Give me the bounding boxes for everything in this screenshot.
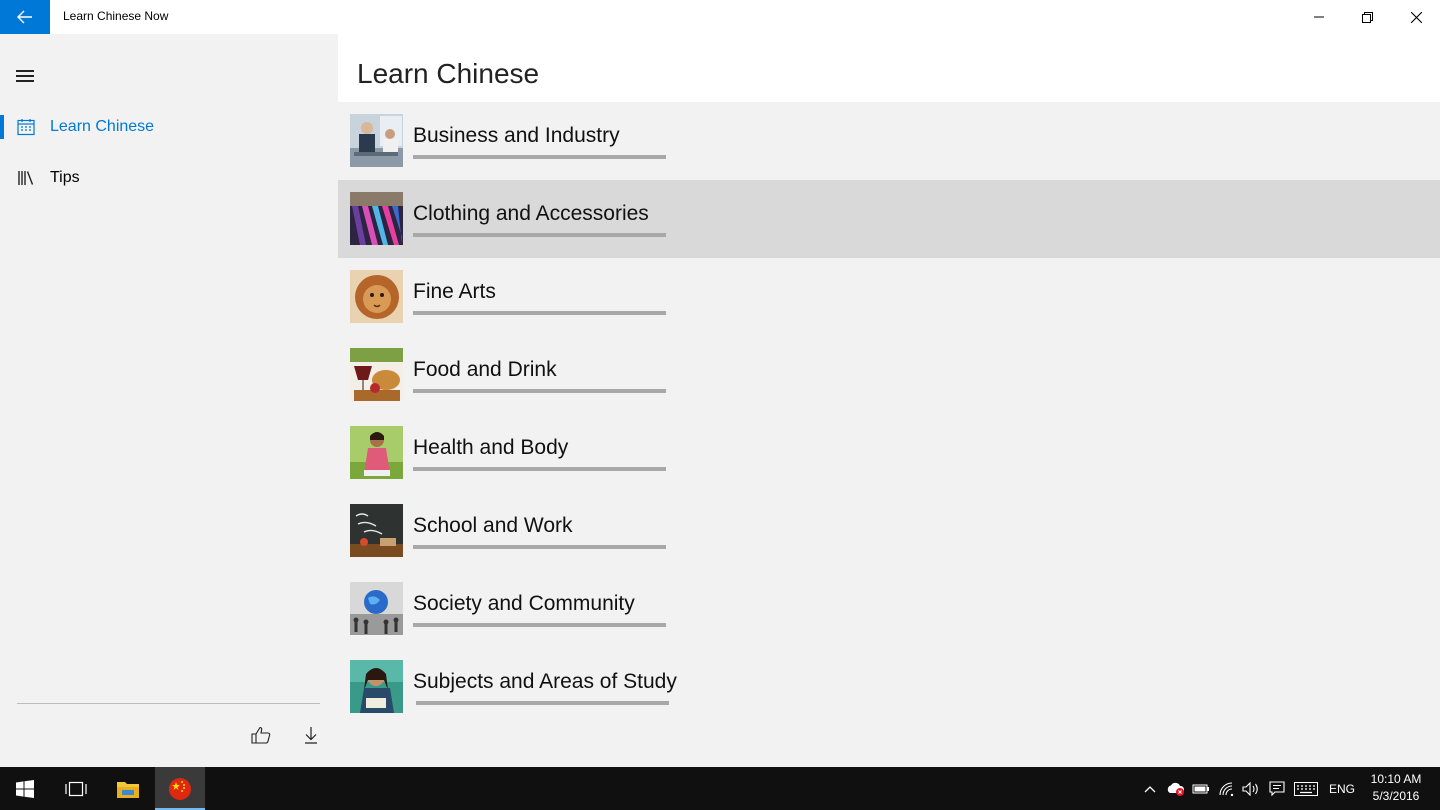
download-icon — [305, 727, 317, 744]
minimize-button[interactable] — [1295, 0, 1343, 34]
library-icon — [18, 171, 34, 185]
input-language-button[interactable]: ENG — [1326, 767, 1358, 810]
list-item-health-and-body[interactable]: Health and Body — [338, 414, 1440, 492]
category-label: Subjects and Areas of Study — [413, 670, 677, 693]
cloud-error-icon — [1167, 782, 1185, 796]
back-arrow-icon — [17, 10, 32, 24]
category-label: Business and Industry — [413, 124, 620, 147]
progress-bar — [416, 701, 669, 705]
hamburger-menu-icon[interactable] — [16, 70, 34, 84]
subjects-thumbnail — [350, 660, 403, 713]
category-label: Society and Community — [413, 592, 635, 615]
chevron-up-icon — [1144, 785, 1156, 792]
onedrive-status-button[interactable] — [1164, 767, 1188, 810]
touch-keyboard-button[interactable] — [1292, 767, 1320, 810]
china-flag-icon — [169, 777, 191, 800]
progress-bar — [413, 233, 666, 237]
list-item-school-and-work[interactable]: School and Work — [338, 492, 1440, 570]
school-thumbnail — [350, 504, 403, 557]
task-view-icon — [65, 781, 87, 796]
battery-button[interactable] — [1190, 767, 1212, 810]
category-label: Fine Arts — [413, 280, 496, 303]
nav-item-label: Learn Chinese — [50, 118, 155, 135]
speaker-icon — [1242, 781, 1258, 796]
fine-arts-thumbnail — [350, 270, 403, 323]
wifi-icon — [1219, 781, 1234, 796]
back-button[interactable] — [0, 0, 50, 34]
category-label: Clothing and Accessories — [413, 202, 649, 225]
nav-active-indicator — [0, 115, 4, 139]
taskbar: ENG 10:10 AM 5/3/2016 — [0, 767, 1440, 810]
food-thumbnail — [350, 348, 403, 401]
restore-icon — [1361, 11, 1373, 23]
clothing-thumbnail — [350, 192, 403, 245]
start-button[interactable] — [1, 767, 49, 810]
clock[interactable]: 10:10 AM 5/3/2016 — [1362, 771, 1430, 805]
progress-bar — [413, 467, 666, 471]
windows-logo-icon — [16, 779, 34, 798]
action-center-button[interactable] — [1266, 767, 1288, 810]
folder-icon — [117, 781, 139, 798]
progress-bar — [413, 623, 666, 627]
title-bar: Learn Chinese Now — [0, 0, 1440, 34]
category-label: Health and Body — [413, 436, 569, 459]
notification-icon — [1269, 781, 1285, 796]
clock-time: 10:10 AM — [1370, 772, 1422, 786]
list-item-society-and-community[interactable]: Society and Community — [338, 570, 1440, 648]
health-thumbnail — [350, 426, 403, 479]
nav-item-learn-chinese[interactable]: Learn Chinese — [0, 107, 338, 147]
list-item-subjects-and-areas-of-study[interactable]: Subjects and Areas of Study — [338, 648, 1440, 726]
close-icon — [1410, 11, 1422, 23]
learn-chinese-taskbar-button[interactable] — [155, 767, 205, 810]
progress-bar — [413, 545, 666, 549]
list-item-clothing-and-accessories[interactable]: Clothing and Accessories — [338, 180, 1440, 258]
clock-date: 5/3/2016 — [1372, 789, 1420, 803]
list-item-food-and-drink[interactable]: Food and Drink — [338, 336, 1440, 414]
progress-bar — [413, 155, 666, 159]
navigation-pane: Learn Chinese Tips — [0, 34, 338, 767]
minimize-icon — [1314, 16, 1324, 18]
volume-button[interactable] — [1240, 767, 1262, 810]
show-hidden-icons-button[interactable] — [1140, 767, 1160, 810]
app-title: Learn Chinese Now — [63, 9, 169, 23]
progress-bar — [413, 311, 666, 315]
nav-item-tips[interactable]: Tips — [0, 158, 338, 198]
battery-icon — [1192, 784, 1209, 793]
thumbs-up-icon — [251, 726, 271, 744]
close-button[interactable] — [1392, 0, 1440, 34]
business-thumbnail — [350, 114, 403, 167]
download-button[interactable] — [298, 722, 324, 748]
list-item-fine-arts[interactable]: Fine Arts — [338, 258, 1440, 336]
network-button[interactable] — [1216, 767, 1238, 810]
society-thumbnail — [350, 582, 403, 635]
keyboard-icon — [1294, 781, 1318, 796]
category-list: Business and Industry Clothing and Acces… — [338, 102, 1440, 767]
restore-button[interactable] — [1343, 0, 1391, 34]
nav-item-label: Tips — [50, 169, 80, 186]
category-label: Food and Drink — [413, 358, 557, 381]
list-item-business-and-industry[interactable]: Business and Industry — [338, 102, 1440, 180]
category-label: School and Work — [413, 514, 573, 537]
page-header: Learn Chinese — [338, 34, 1440, 102]
file-explorer-button[interactable] — [104, 767, 152, 810]
page-title: Learn Chinese — [357, 58, 540, 89]
task-view-button[interactable] — [52, 767, 100, 810]
calendar-icon — [17, 119, 35, 136]
rate-app-button[interactable] — [248, 722, 274, 748]
progress-bar — [413, 389, 666, 393]
pane-divider — [17, 703, 320, 704]
